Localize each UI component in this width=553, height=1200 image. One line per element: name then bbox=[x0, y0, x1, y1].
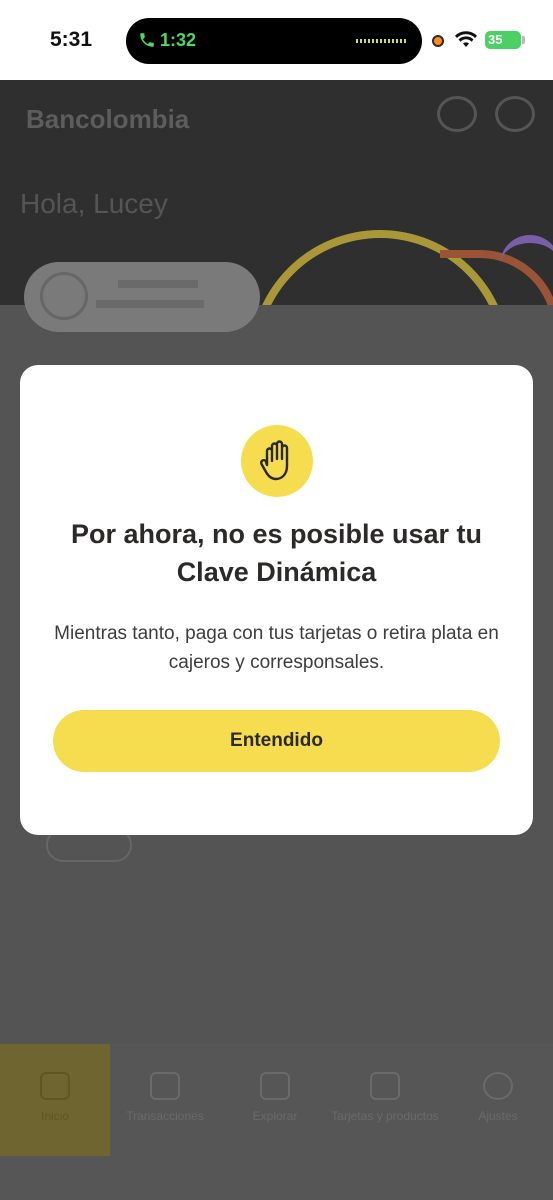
nav-item-explorar: Explorar bbox=[220, 1044, 330, 1156]
recording-indicator-icon bbox=[432, 35, 444, 47]
nav-label: Transacciones bbox=[126, 1109, 204, 1123]
battery-level: 35 bbox=[488, 32, 503, 47]
brand-logo: Bancolombia bbox=[26, 104, 190, 134]
dialog-message: Mientras tanto, paga con tus tarjetas o … bbox=[54, 623, 499, 673]
hand-stop-glyph bbox=[260, 440, 289, 481]
nav-label: Ajustes bbox=[478, 1109, 518, 1123]
home-icon bbox=[40, 1072, 70, 1100]
app-screen: 5:31 1:32 35 Bancolombia Hola, Lucey Ini… bbox=[0, 0, 553, 1200]
dynamic-island-call[interactable]: 1:32 bbox=[126, 18, 422, 64]
nav-item-tarjetas: Tarjetas y productos bbox=[330, 1044, 440, 1156]
call-timer: 1:32 bbox=[160, 30, 197, 50]
dynamic-key-card-icon bbox=[40, 272, 88, 320]
nav-item-transacciones: Transacciones bbox=[110, 1044, 220, 1156]
grid-icon bbox=[260, 1072, 290, 1100]
header-actions bbox=[423, 96, 535, 137]
status-time: 5:31 bbox=[50, 28, 93, 51]
whatsapp-icon bbox=[436, 96, 477, 132]
audio-wave-icon bbox=[356, 39, 406, 43]
nav-item-ajustes: Ajustes bbox=[443, 1044, 553, 1156]
nav-label: Explorar bbox=[252, 1109, 298, 1123]
settings-icon bbox=[483, 1072, 513, 1100]
decorative-arc bbox=[500, 235, 553, 295]
understood-button[interactable]: Entendido bbox=[53, 710, 500, 772]
battery-tip bbox=[522, 36, 525, 44]
hand-stop-icon bbox=[241, 425, 313, 497]
wallet-icon bbox=[150, 1072, 180, 1100]
dialog-title: Por ahora, no es posible usar tu Clave D… bbox=[70, 519, 483, 587]
dynamic-key-card-label bbox=[96, 300, 204, 308]
greeting: Hola, Lucey bbox=[20, 188, 168, 219]
wifi-icon bbox=[455, 31, 477, 47]
nav-item-inicio: Inicio bbox=[0, 1044, 110, 1156]
status-bar: 5:31 1:32 35 bbox=[0, 0, 553, 80]
card-icon bbox=[370, 1072, 400, 1100]
alert-dialog: Por ahora, no es posible usar tu Clave D… bbox=[20, 365, 533, 835]
nav-label: Inicio bbox=[40, 1109, 69, 1123]
phone-icon bbox=[140, 33, 154, 47]
bottom-nav: Inicio Transacciones Explorar Tarjetas y… bbox=[0, 1044, 553, 1200]
dynamic-key-card-label bbox=[118, 280, 198, 288]
nav-label: Tarjetas y productos bbox=[331, 1109, 439, 1123]
logout-icon bbox=[495, 96, 535, 132]
battery-icon: 35 bbox=[485, 31, 521, 49]
